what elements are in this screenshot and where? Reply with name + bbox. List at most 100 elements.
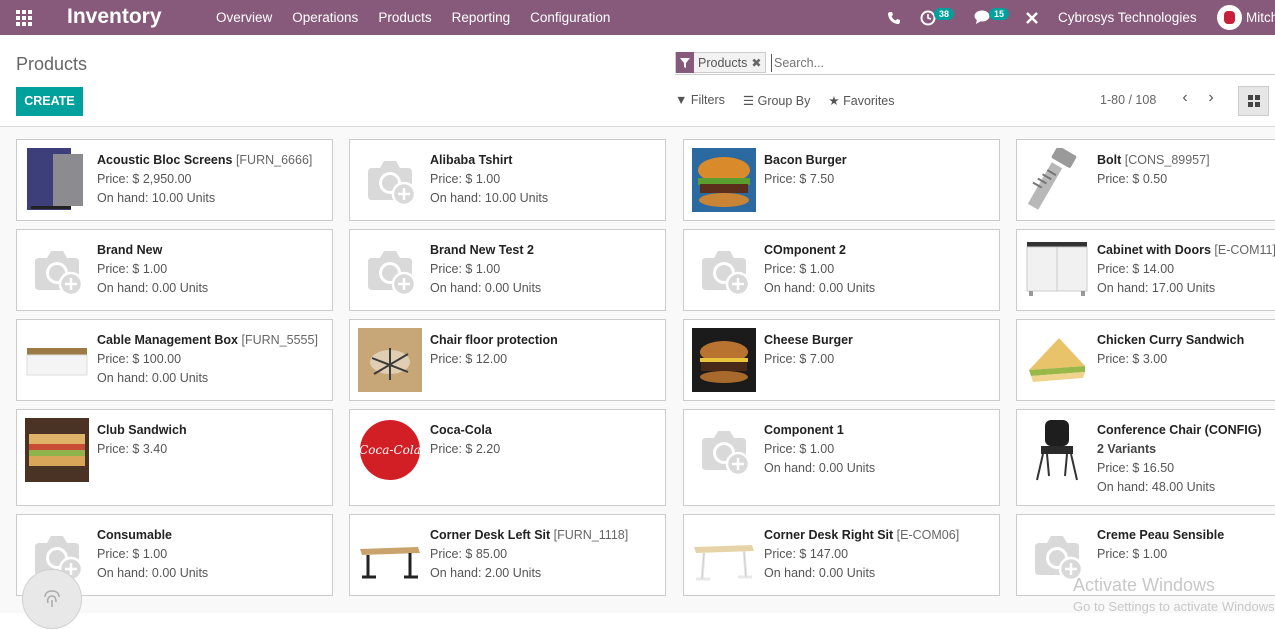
debug-tools-icon[interactable]	[1025, 0, 1039, 35]
product-card-corner-desk-right-sit[interactable]: Corner Desk Right Sit [E-COM06] Price: $ …	[683, 514, 1000, 596]
product-reference: [FURN_1118]	[550, 528, 629, 542]
product-reference: [CONS_89957]	[1121, 153, 1210, 167]
product-card-conference-chair-config[interactable]: Conference Chair (CONFIG) 2 Variants Price…	[1016, 409, 1275, 506]
product-image	[692, 148, 756, 212]
product-on-hand: On hand: 0.00 Units	[97, 566, 209, 580]
product-name: Creme Peau Sensible	[1097, 526, 1275, 545]
product-info: Chair floor protection Price: $ 12.00	[430, 331, 659, 369]
create-button[interactable]: CREATE	[16, 87, 83, 116]
product-on-hand: On hand: 10.00 Units	[430, 191, 549, 205]
product-name: Chicken Curry Sandwich	[1097, 331, 1275, 350]
image-placeholder-icon	[25, 238, 89, 302]
product-price: Price: $ 1.00	[430, 172, 501, 186]
product-info: Corner Desk Right Sit [E-COM06] Price: $ …	[764, 526, 993, 583]
product-price: Price: $ 7.00	[764, 352, 835, 366]
product-card-chicken-curry-sandwich[interactable]: Chicken Curry Sandwich Price: $ 3.00	[1016, 319, 1275, 401]
product-info: Club Sandwich Price: $ 3.40	[97, 421, 326, 459]
product-price: Price: $ 1.00	[97, 547, 168, 561]
main-menu: Overview Operations Products Reporting C…	[206, 10, 620, 25]
product-name-text: Acoustic Bloc Screens	[97, 153, 233, 167]
facet-remove-icon[interactable]: ✖	[751, 56, 765, 70]
product-card-component-1[interactable]: Component 1 Price: $ 1.00 On hand: 0.00 Un…	[683, 409, 1000, 506]
activation-watermark-subtitle: Go to Settings to activate Windows.	[1073, 599, 1275, 614]
funnel-icon: ▼	[675, 93, 688, 107]
product-price: Price: $ 0.50	[1097, 172, 1168, 186]
company-switcher[interactable]: Cybrosys Technologies	[1058, 10, 1197, 25]
product-card-bacon-burger[interactable]: Bacon Burger Price: $ 7.50	[683, 139, 1000, 221]
pager-value[interactable]: 1-80 / 108	[1100, 93, 1156, 107]
menu-reporting[interactable]: Reporting	[442, 10, 521, 25]
product-price: Price: $ 100.00	[97, 352, 182, 366]
product-on-hand: On hand: 17.00 Units	[1097, 281, 1216, 295]
menu-overview[interactable]: Overview	[206, 10, 282, 25]
product-card-cable-management-box[interactable]: Cable Management Box [FURN_5555] Price: $…	[16, 319, 333, 401]
product-image	[358, 328, 422, 392]
product-on-hand: On hand: 0.00 Units	[430, 281, 542, 295]
pager-next-icon[interactable]: ›	[1198, 89, 1224, 107]
product-card-club-sandwich[interactable]: Club Sandwich Price: $ 3.40	[16, 409, 333, 506]
product-card-alibaba-tshirt[interactable]: Alibaba Tshirt Price: $ 1.00 On hand: 10.0…	[349, 139, 666, 221]
product-name-text: Bolt	[1097, 153, 1122, 167]
app-name[interactable]: Inventory	[67, 5, 162, 29]
user-name[interactable]: Mitch	[1246, 10, 1275, 25]
product-card-corner-desk-left-sit[interactable]: Corner Desk Left Sit [FURN_1118] Price: $…	[349, 514, 666, 596]
product-image	[25, 418, 89, 482]
product-reference: [FURN_5555]	[238, 333, 318, 347]
product-price: Price: $ 16.50	[1097, 461, 1175, 475]
product-card-chair-floor-protection[interactable]: Chair floor protection Price: $ 12.00	[349, 319, 666, 401]
filters-button[interactable]: ▼ Filters	[675, 93, 725, 108]
product-name: Cable Management Box [FURN_5555]	[97, 331, 326, 350]
product-reference: [FURN_6666]	[232, 153, 313, 167]
product-info: Cheese Burger Price: $ 7.00	[764, 331, 993, 369]
pager-controls: ‹ ›	[1172, 89, 1224, 107]
favorites-button[interactable]: ★ Favorites	[828, 93, 894, 108]
phone-icon[interactable]	[887, 0, 901, 35]
product-price: Price: $ 1.00	[430, 262, 501, 276]
product-image	[1025, 238, 1089, 302]
product-name-text: Component 1	[764, 423, 844, 437]
fingerprint-button[interactable]	[22, 569, 82, 629]
product-on-hand: On hand: 0.00 Units	[97, 281, 209, 295]
top-navbar: Inventory Overview Operations Products R…	[0, 0, 1275, 35]
product-name: Consumable	[97, 526, 326, 545]
product-name: Brand New	[97, 241, 326, 260]
product-card-component-2[interactable]: COmponent 2 Price: $ 1.00 On hand: 0.00 Un…	[683, 229, 1000, 311]
product-name: Bacon Burger	[764, 151, 993, 170]
product-info: COmponent 2 Price: $ 1.00 On hand: 0.00 Un…	[764, 241, 993, 298]
kanban-grid-icon	[1247, 95, 1260, 107]
product-card-brand-new-test-2[interactable]: Brand New Test 2 Price: $ 1.00 On hand: 0.…	[349, 229, 666, 311]
product-reference: [E-COM11]	[1210, 243, 1275, 257]
product-name-text: Corner Desk Left Sit	[430, 528, 551, 542]
product-card-bolt[interactable]: Bolt [CONS_89957] Price: $ 0.50	[1016, 139, 1275, 221]
product-card-coca-cola[interactable]: Coca-Cola Coca-Cola Price: $ 2.20	[349, 409, 666, 506]
activity-clock-icon[interactable]	[920, 0, 936, 35]
search-bar: Products ✖	[675, 52, 1275, 75]
product-card-acoustic-bloc-screens[interactable]: Acoustic Bloc Screens [FURN_6666] Price: …	[16, 139, 333, 221]
product-name: Cabinet with Doors [E-COM11]	[1097, 241, 1275, 260]
product-price: Price: $ 1.00	[1097, 547, 1168, 561]
product-info: Brand New Test 2 Price: $ 1.00 On hand: 0.…	[430, 241, 659, 298]
kanban-view-button[interactable]	[1238, 86, 1269, 116]
product-name: Cheese Burger	[764, 331, 993, 350]
product-card-brand-new[interactable]: Brand New Price: $ 1.00 On hand: 0.00 Unit…	[16, 229, 333, 311]
product-image	[692, 523, 756, 587]
menu-operations[interactable]: Operations	[282, 10, 368, 25]
groupby-button[interactable]: ☰ Group By	[743, 93, 811, 108]
product-card-cheese-burger[interactable]: Cheese Burger Price: $ 7.00	[683, 319, 1000, 401]
control-panel: Products CREATE Products ✖ ▼ Filters ☰ G…	[0, 35, 1275, 127]
product-on-hand: On hand: 48.00 Units	[1097, 480, 1216, 494]
activation-watermark-title: Activate Windows	[1073, 575, 1216, 595]
pager-previous-icon[interactable]: ‹	[1172, 89, 1198, 107]
menu-products[interactable]: Products	[368, 10, 441, 25]
menu-configuration[interactable]: Configuration	[520, 10, 620, 25]
product-price: Price: $ 2,950.00	[97, 172, 192, 186]
apps-menu-icon[interactable]	[16, 10, 34, 26]
product-image	[25, 148, 89, 212]
product-info: Bacon Burger Price: $ 7.50	[764, 151, 993, 189]
product-card-cabinet-with-doors[interactable]: Cabinet with Doors [E-COM11] Price: $ 14.…	[1016, 229, 1275, 311]
messages-icon[interactable]	[974, 0, 991, 35]
search-input[interactable]	[771, 54, 1251, 72]
product-price: Price: $ 14.00	[1097, 262, 1175, 276]
product-on-hand: On hand: 2.00 Units	[430, 566, 542, 580]
user-avatar[interactable]	[1217, 5, 1242, 30]
